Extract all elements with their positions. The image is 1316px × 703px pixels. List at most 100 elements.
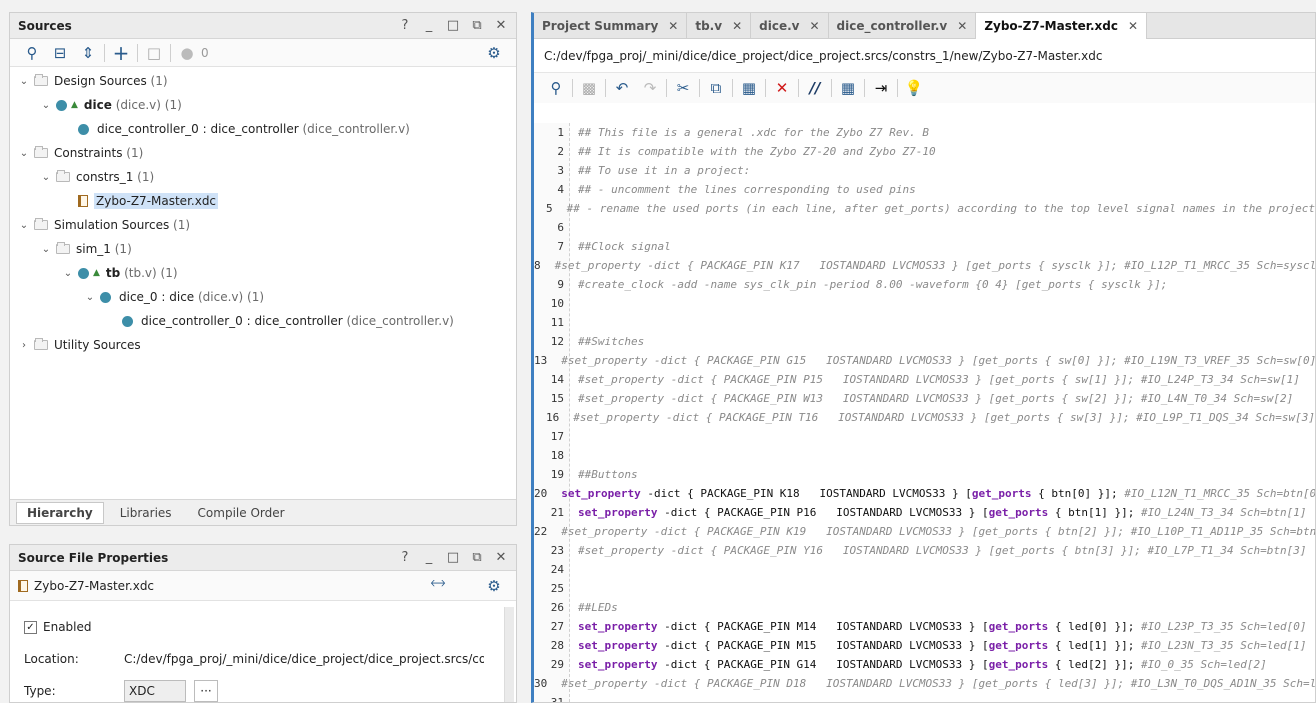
maximize-icon[interactable]: □ [446,18,460,33]
close-icon[interactable]: ✕ [494,550,508,565]
code-line: 2 ## It is compatible with the Zybo Z7-20… [534,142,1315,161]
tree-label: tb [106,266,120,280]
type-more-button[interactable]: ··· [194,680,218,702]
status-circle-icon: ● [173,42,201,64]
tree-row-sim-dice-controller[interactable]: dice_controller_0 : dice_controller (dic… [10,309,516,333]
tree-row-xdc[interactable]: Zybo-Z7-Master.xdc [10,189,516,213]
float-icon[interactable]: ⧉ [470,18,484,33]
tab-hierarchy[interactable]: Hierarchy [16,502,104,524]
comment-token: ## This file is a general .xdc for the Z… [578,126,929,139]
enabled-checkbox[interactable]: ✓ [24,621,37,634]
save-icon[interactable]: ▩ [575,77,603,99]
tree-row-dice[interactable]: ⌄ ▲ dice (dice.v) (1) [10,93,516,117]
tree-row-dice-0[interactable]: ⌄ dice_0 : dice (dice.v) (1) [10,285,516,309]
tree-row-dice-controller[interactable]: dice_controller_0 : dice_controller (dic… [10,117,516,141]
keyword-token: set_property [561,487,640,500]
forward-arrow-icon[interactable]: 🡚 [452,575,480,597]
comment-token: ## - rename the used ports (in each line… [567,202,1315,215]
indent-icon[interactable]: ⇥ [867,77,895,99]
chevron-down-icon[interactable]: ⌄ [18,220,30,231]
close-icon[interactable]: ✕ [809,19,819,33]
code-line: 31 [534,693,1315,702]
tree-row-design-sources[interactable]: ⌄ Design Sources (1) [10,69,516,93]
comment-token: #set_property -dict { PACKAGE_PIN K17 IO… [555,259,1315,272]
close-icon[interactable]: ✕ [668,19,678,33]
copy-icon[interactable]: ⧉ [702,77,730,99]
lightbulb-icon[interactable]: 💡 [900,77,928,99]
close-icon[interactable]: ✕ [494,18,508,33]
tree-file: (dice_controller.v) [347,314,454,328]
chevron-down-icon[interactable]: ⌄ [18,76,30,87]
tab-editor-file[interactable]: dice.v ✕ [751,13,828,39]
comment-token: #set_property -dict { PACKAGE_PIN K19 IO… [561,525,1315,538]
tab-compile-order[interactable]: Compile Order [188,503,295,523]
code-editor[interactable]: 1 ## This file is a general .xdc for the … [534,123,1315,702]
module-dot-icon [78,124,89,135]
line-number: 10 [534,297,564,310]
gear-icon[interactable]: ⚙ [480,42,508,64]
chevron-down-icon[interactable]: ⌄ [62,268,74,279]
properties-scrollbar[interactable] [504,607,514,702]
line-number: 12 [534,335,564,348]
line-number: 20 [534,487,547,500]
tree-row-constraints[interactable]: ⌄ Constraints (1) [10,141,516,165]
gear-icon[interactable]: ⚙ [480,575,508,597]
tree-row-utility-sources[interactable]: › Utility Sources [10,333,516,357]
tree-count: (1) [173,218,190,232]
chevron-down-icon[interactable]: ⌄ [40,172,52,183]
line-content: #set_property -dict { PACKAGE_PIN Y16 IO… [564,544,1306,557]
tab-editor-file[interactable]: dice_controller.v ✕ [829,13,977,39]
delete-icon[interactable]: ✕ [768,77,796,99]
enabled-row: ✓ Enabled [24,611,502,643]
close-icon[interactable]: ✕ [732,19,742,33]
tree-row-sim-1[interactable]: ⌄ sim_1 (1) [10,237,516,261]
file-path: C:/dev/fpga_proj/_mini/dice/dice_project… [534,39,1315,73]
tab-editor-file[interactable]: tb.v ✕ [687,13,751,39]
paste-icon[interactable]: ▦ [735,77,763,99]
close-icon[interactable]: ✕ [957,19,967,33]
line-content: #set_property -dict { PACKAGE_PIN G15 IO… [547,354,1315,367]
maximize-icon[interactable]: □ [446,550,460,565]
code-line: 18 [534,446,1315,465]
redo-icon[interactable]: ↷ [636,77,664,99]
tab-editor-file[interactable]: Zybo-Z7-Master.xdc ✕ [976,13,1147,39]
minimize-icon[interactable]: _ [422,18,436,33]
help-icon[interactable]: ? [398,18,412,33]
info-icon[interactable]: □ [140,42,168,64]
tab-editor-file[interactable]: Project Summary ✕ [534,13,687,39]
folder-icon [34,148,48,158]
cut-icon[interactable]: ✂ [669,77,697,99]
text-token: -dict { PACKAGE_PIN M15 IOSTANDARD LVCMO… [657,639,988,652]
help-icon[interactable]: ? [398,550,412,565]
line-content: #create_clock -add -name sys_clk_pin -pe… [564,278,1167,291]
chevron-down-icon[interactable]: ⌄ [18,148,30,159]
minimize-icon[interactable]: _ [422,550,436,565]
search-icon[interactable]: ⚲ [18,42,46,64]
type-field[interactable]: XDC [124,680,186,702]
chevron-down-icon[interactable]: ⌄ [40,244,52,255]
column-select-icon[interactable]: ▦ [834,77,862,99]
close-icon[interactable]: ✕ [1128,19,1138,33]
line-content: set_property -dict { PACKAGE_PIN G14 IOS… [564,658,1267,671]
tree-row-constrs-1[interactable]: ⌄ constrs_1 (1) [10,165,516,189]
comment-token: #set_property -dict { PACKAGE_PIN T16 IO… [573,411,1315,424]
comment-toggle-icon[interactable]: // [801,77,829,99]
chevron-down-icon[interactable]: ⌄ [84,292,96,303]
comment-token: ##LEDs [578,601,618,614]
add-source-icon[interactable]: + [107,42,135,64]
float-icon[interactable]: ⧉ [470,550,484,565]
toolbar-divider [765,79,766,97]
back-arrow-icon[interactable]: 🡘 [424,575,452,597]
tree-row-simulation-sources[interactable]: ⌄ Simulation Sources (1) [10,213,516,237]
tree-row-tb[interactable]: ⌄ ▲ tb (tb.v) (1) [10,261,516,285]
undo-icon[interactable]: ↶ [608,77,636,99]
chevron-right-icon[interactable]: › [18,340,30,351]
line-content: #set_property -dict { PACKAGE_PIN T16 IO… [559,411,1315,424]
text-token: -dict { PACKAGE_PIN M14 IOSTANDARD LVCMO… [657,620,988,633]
search-icon[interactable]: ⚲ [542,77,570,99]
expand-all-icon[interactable]: ⇕ [74,42,102,64]
tab-libraries[interactable]: Libraries [110,503,182,523]
collapse-all-icon[interactable]: ⊟ [46,42,74,64]
chevron-down-icon[interactable]: ⌄ [40,100,52,111]
comment-token: #IO_L24N_T3_34 Sch=btn[1] [1141,506,1307,519]
